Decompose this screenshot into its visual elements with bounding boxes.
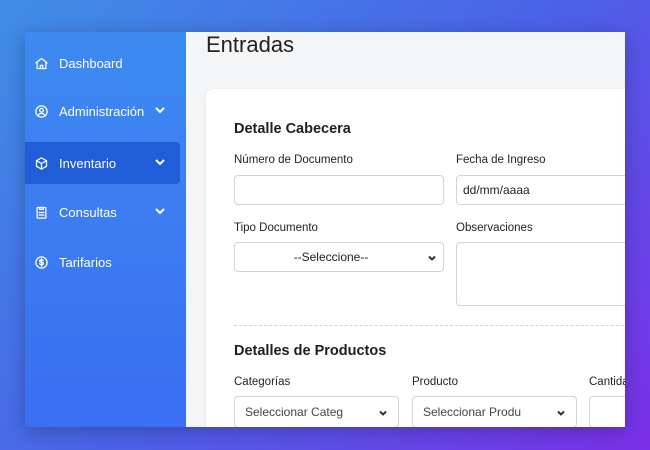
chevron-down-icon <box>154 205 166 217</box>
chevron-down-icon <box>154 104 166 116</box>
doc-number-input[interactable] <box>234 175 444 205</box>
date-label: Fecha de Ingreso <box>456 154 546 166</box>
app-window: Dashboard Administración Inventario Cons… <box>25 32 625 427</box>
sidebar-item-administracion[interactable]: Administración <box>25 90 180 132</box>
sidebar-item-consultas[interactable]: Consultas <box>25 191 180 233</box>
sidebar-item-label: Consultas <box>59 204 117 220</box>
doc-number-label: Número de Documento <box>234 154 353 166</box>
chevron-down-icon <box>378 407 388 417</box>
section-divider <box>234 325 625 326</box>
sidebar-item-inventario[interactable]: Inventario <box>25 142 180 184</box>
sidebar: Dashboard Administración Inventario Cons… <box>25 32 186 427</box>
chevron-down-icon <box>427 252 437 262</box>
product-selected: Seleccionar Produ <box>423 405 522 419</box>
doc-type-selected: --Seleccione-- <box>293 250 369 264</box>
page-title: Entradas <box>206 32 295 57</box>
quantity-label: Cantida <box>589 376 625 388</box>
sidebar-item-label: Inventario <box>59 155 117 171</box>
category-label: Categorías <box>234 376 291 388</box>
sidebar-item-tarifarios[interactable]: Tarifarios <box>25 241 180 283</box>
date-value: dd/mm/aaaa <box>463 183 530 197</box>
home-icon <box>33 55 49 71</box>
main-content: Entradas Detalle Cabecera Número de Docu… <box>186 32 625 427</box>
box-icon <box>33 155 49 171</box>
date-input[interactable]: dd/mm/aaaa <box>456 175 625 205</box>
chevron-down-icon <box>556 407 566 417</box>
entry-form-card: Detalle Cabecera Número de Documento Fec… <box>206 89 625 427</box>
dollar-circle-icon <box>33 254 49 270</box>
sidebar-item-label: Tarifarios <box>59 254 112 270</box>
chevron-down-icon <box>154 156 166 168</box>
sidebar-item-label: Dashboard <box>59 55 123 71</box>
product-select[interactable]: Seleccionar Produ <box>412 396 577 427</box>
category-select[interactable]: Seleccionar Categ <box>234 396 399 427</box>
sidebar-item-label: Administración <box>59 103 145 119</box>
notes-label: Observaciones <box>456 222 533 234</box>
user-circle-icon <box>33 103 49 119</box>
sidebar-item-dashboard[interactable]: Dashboard <box>25 42 180 84</box>
notes-textarea[interactable] <box>456 242 625 306</box>
doc-type-select[interactable]: --Seleccione-- <box>234 242 444 272</box>
category-selected: Seleccionar Categ <box>245 405 344 419</box>
quantity-input[interactable] <box>589 396 625 427</box>
products-section-title: Detalles de Productos <box>234 343 387 359</box>
product-label: Producto <box>412 376 459 388</box>
header-section-title: Detalle Cabecera <box>234 121 351 137</box>
doc-type-label: Tipo Documento <box>234 222 318 234</box>
clipboard-icon <box>33 204 49 220</box>
